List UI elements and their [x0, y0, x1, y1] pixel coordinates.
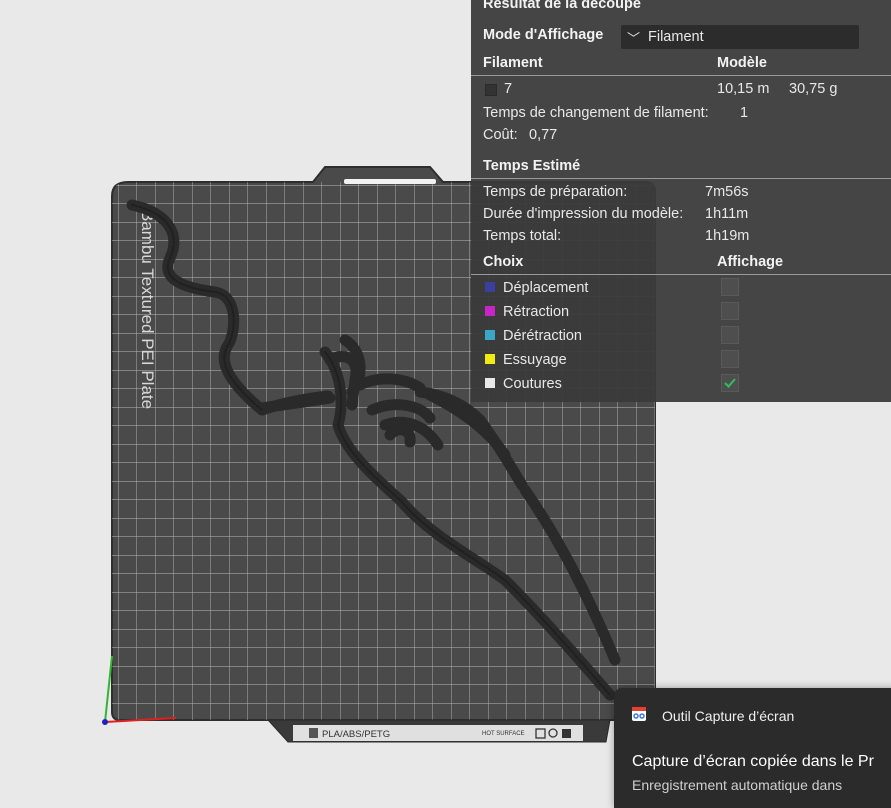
- estimated-time-header: Temps Estimé: [483, 158, 581, 174]
- retraction-color-swatch: [485, 306, 495, 316]
- choice-column-header: Choix: [483, 254, 524, 270]
- view-mode-value: Filament: [648, 29, 704, 45]
- divider: [471, 274, 891, 275]
- option-label-travel: Déplacement: [503, 280, 589, 296]
- option-checkbox-travel[interactable]: [721, 278, 739, 296]
- option-label-wipe: Essuyage: [503, 352, 567, 368]
- filament-change-label: Temps de changement de filament:: [483, 105, 709, 121]
- filament-weight: 30,75 g: [789, 81, 838, 97]
- option-checkbox-deretraction[interactable]: [721, 326, 739, 344]
- plate-brand-text: Bambu Textured PEI Plate: [138, 210, 157, 409]
- screenshot-toast-notification[interactable]: Outil Capture d’écran Capture d’écran co…: [614, 688, 891, 808]
- toast-message: Capture d’écran copiée dans le Pr: [632, 753, 874, 770]
- filament-id: 7: [504, 81, 513, 97]
- prep-time-value: 7m56s: [705, 184, 749, 200]
- toast-app-name: Outil Capture d’écran: [662, 708, 795, 724]
- plate-material-label: PLA/ABS/PETG: [322, 729, 390, 740]
- filament-change-value: 1: [740, 105, 749, 121]
- view-mode-label: Mode d'Affichage: [483, 27, 604, 43]
- snipping-tool-icon: [632, 707, 646, 721]
- option-checkbox-retraction[interactable]: [721, 302, 739, 320]
- view-mode-select[interactable]: ﹀ Filament: [621, 25, 859, 49]
- divider: [471, 75, 891, 76]
- model-print-time-value: 1h11m: [705, 206, 749, 222]
- divider: [471, 178, 891, 179]
- panel-title: Résultat de la découpe: [483, 0, 641, 12]
- option-label-seams: Coutures: [503, 376, 562, 392]
- total-time-value: 1h19m: [705, 228, 750, 244]
- deretraction-color-swatch: [485, 330, 495, 340]
- wipe-color-swatch: [485, 354, 495, 364]
- cost-label: Coût:: [483, 127, 518, 143]
- model-print-time-label: Durée d'impression du modèle:: [483, 206, 684, 222]
- prep-time-label: Temps de préparation:: [483, 184, 628, 200]
- travel-color-swatch: [485, 282, 495, 292]
- total-time-label: Temps total:: [483, 228, 562, 244]
- option-label-retraction: Rétraction: [503, 304, 570, 320]
- hot-surface-label: HOT SURFACE: [482, 731, 525, 737]
- display-column-header: Affichage: [717, 254, 784, 270]
- chevron-down-icon: ﹀: [627, 31, 641, 46]
- filament-column-header: Filament: [483, 55, 543, 71]
- option-checkbox-wipe[interactable]: [721, 350, 739, 368]
- option-checkbox-seams[interactable]: [721, 374, 739, 392]
- seams-color-swatch: [485, 378, 495, 388]
- model-column-header: Modèle: [717, 55, 767, 71]
- slice-result-panel: Résultat de la découpe Mode d'Affichage …: [471, 0, 891, 402]
- checkmark-icon: [724, 378, 736, 388]
- option-label-deretraction: Dérétraction: [503, 328, 582, 344]
- cost-value: 0,77: [529, 127, 558, 143]
- filament-color-swatch: [485, 84, 497, 96]
- filament-length: 10,15 m: [717, 81, 770, 97]
